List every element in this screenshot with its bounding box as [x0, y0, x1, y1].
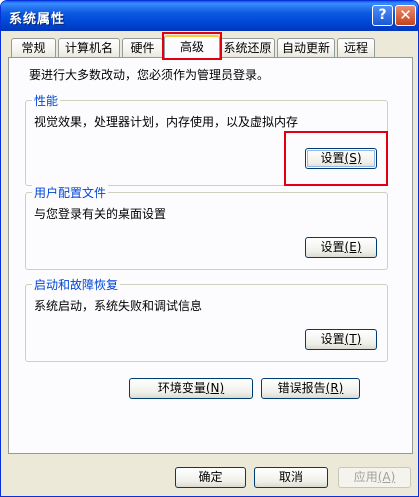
startup-recovery-group: 启动和故障恢复 系统启动，系统失败和调试信息 设置(T) [25, 276, 388, 362]
help-button[interactable]: ? [372, 5, 393, 26]
user-profiles-settings-button[interactable]: 设置(E) [305, 237, 377, 258]
tab-general[interactable]: 常规 [11, 38, 56, 58]
tab-automatic-updates[interactable]: 自动更新 [277, 38, 335, 58]
startup-recovery-settings-label: 设置 [320, 332, 345, 346]
apply-mnemonic: (A) [377, 470, 396, 484]
startup-recovery-settings-button[interactable]: 设置(T) [305, 329, 377, 350]
user-profiles-description: 与您登录有关的桌面设置 [34, 207, 167, 221]
performance-group: 性能 视觉效果，处理器计划，内存使用，以及虚拟内存 设置(S) [25, 92, 388, 186]
startup-recovery-settings-mnemonic: (T) [344, 332, 362, 346]
performance-description: 视觉效果，处理器计划，内存使用，以及虚拟内存 [34, 115, 299, 129]
environment-variables-mnemonic: (N) [205, 381, 225, 395]
user-profiles-settings-label: 设置 [320, 240, 345, 254]
error-reporting-mnemonic: (R) [325, 381, 344, 395]
tab-computer-name[interactable]: 计算机名 [58, 38, 120, 58]
performance-group-title: 性能 [32, 92, 61, 109]
environment-variables-label: 环境变量 [157, 381, 206, 395]
error-reporting-label: 错误报告 [277, 381, 326, 395]
ok-button[interactable]: 确定 [175, 467, 246, 488]
error-reporting-button[interactable]: 错误报告(R) [261, 378, 360, 399]
tab-remote[interactable]: 远程 [337, 38, 375, 58]
system-properties-window: 系统属性 ? ✕ 常规 计算机名 硬件 高级 系统还原 自动更新 远程 要进行大… [0, 0, 419, 497]
window-title: 系统属性 [9, 12, 66, 27]
performance-settings-button[interactable]: 设置(S) [305, 148, 377, 169]
startup-recovery-description: 系统启动，系统失败和调试信息 [34, 299, 203, 313]
user-profiles-group: 用户配置文件 与您登录有关的桌面设置 设置(E) [25, 184, 388, 270]
startup-recovery-group-title: 启动和故障恢复 [32, 276, 121, 293]
tab-advanced[interactable]: 高级 [164, 35, 220, 59]
cancel-button[interactable]: 取消 [254, 467, 328, 488]
user-profiles-group-title: 用户配置文件 [32, 184, 109, 201]
advanced-tab-panel: 要进行大多数改动，您必须作为管理员登录。 性能 视觉效果，处理器计划，内存使用，… [8, 57, 413, 454]
performance-settings-mnemonic: (S) [344, 151, 362, 165]
performance-settings-label: 设置 [320, 151, 345, 165]
close-button[interactable]: ✕ [395, 5, 416, 26]
environment-variables-button[interactable]: 环境变量(N) [129, 378, 253, 399]
apply-button[interactable]: 应用(A) [338, 467, 411, 488]
user-profiles-settings-mnemonic: (E) [344, 240, 362, 254]
admin-notice: 要进行大多数改动，您必须作为管理员登录。 [29, 68, 270, 82]
tab-hardware[interactable]: 硬件 [122, 38, 163, 58]
tab-system-restore[interactable]: 系统还原 [220, 38, 275, 58]
apply-label: 应用 [353, 470, 378, 484]
title-bar[interactable]: 系统属性 ? ✕ [1, 1, 418, 31]
